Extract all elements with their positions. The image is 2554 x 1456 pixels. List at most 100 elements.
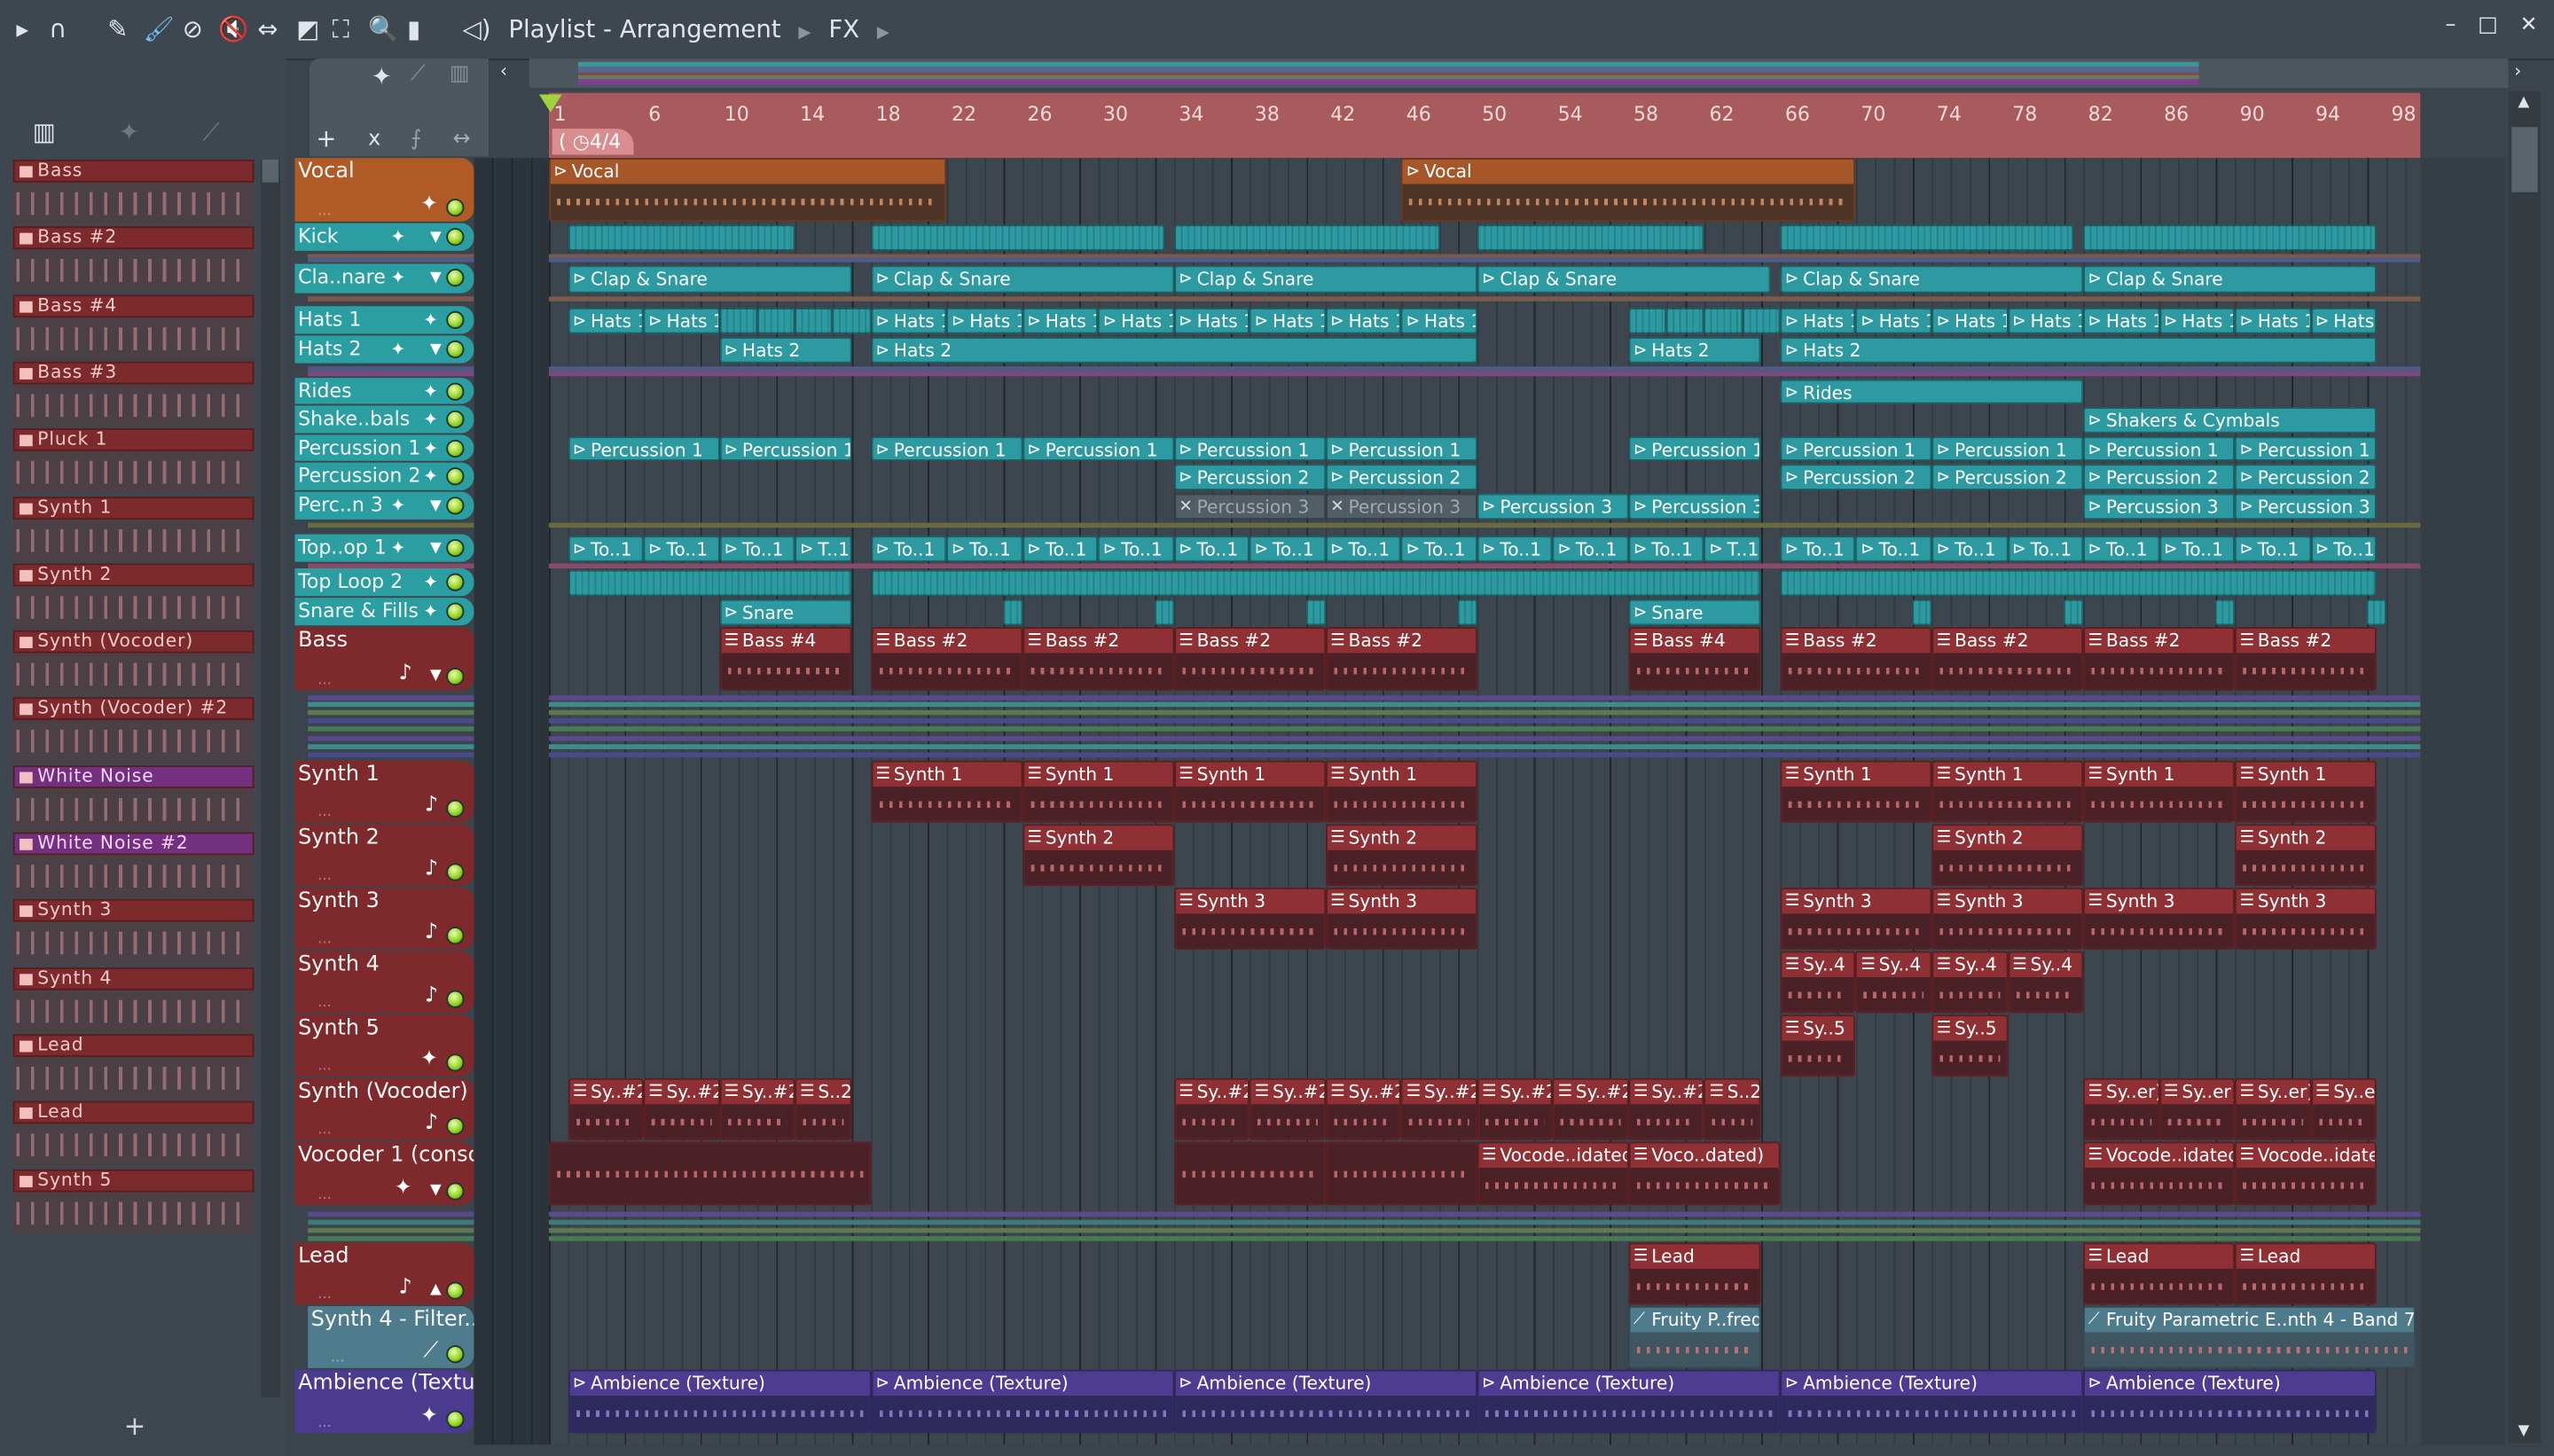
clip-shakers-cymbals[interactable]: ⊳ Shakers & Cymbals <box>2083 406 2378 433</box>
clip-percussion-2[interactable]: ⊳ Percussion 2 <box>1780 463 1932 489</box>
audio-wave-icon[interactable]: ✦ <box>390 339 405 360</box>
picker-item[interactable]: Lead <box>12 1034 255 1100</box>
clip[interactable] <box>568 223 795 250</box>
track-header[interactable]: Hats 2 ✦ ▼ <box>294 335 474 364</box>
clip[interactable] <box>1666 307 1704 333</box>
track-enable-led[interactable] <box>446 199 465 217</box>
scroll-down-icon[interactable]: ▼ <box>2519 1423 2530 1439</box>
clip-to-1[interactable]: ⊳ To..1 <box>2235 535 2311 561</box>
track-header[interactable]: Hats 1 ✦ <box>294 306 474 334</box>
piano-icon[interactable]: ▥ <box>33 117 56 146</box>
audio-wave-icon[interactable]: ✦ <box>390 226 405 247</box>
clip-sy-2[interactable]: ☰ Sy..#2 <box>1250 1077 1326 1140</box>
select-icon[interactable]: ⛶ <box>333 13 349 46</box>
track-enable-led[interactable] <box>446 410 465 429</box>
breadcrumb-fx[interactable]: FX <box>828 15 859 44</box>
playhead-marker[interactable] <box>538 94 562 113</box>
clip-hats-2[interactable]: ⊳ Hats 2 <box>719 336 852 363</box>
picker-item[interactable]: Lead <box>12 1100 255 1167</box>
track-enable-led[interactable] <box>446 602 465 621</box>
clip-synth-2[interactable]: ☰ Synth 2 <box>1931 824 2084 887</box>
clip-synth-3[interactable]: ☰ Synth 3 <box>2235 888 2378 950</box>
picker-scrollbar[interactable] <box>260 159 280 1397</box>
clip-hats-1[interactable]: ⊳Hats 1 <box>1098 307 1174 333</box>
track-enable-led[interactable] <box>446 269 465 287</box>
clip-vocal[interactable]: ⊳ Vocal <box>548 158 947 222</box>
play-arrow-icon[interactable]: ▸ <box>16 13 28 46</box>
clip-to-1[interactable]: ⊳ To..1 <box>871 535 947 561</box>
clip-synth-1[interactable]: ☰ Synth 1 <box>1780 760 1932 823</box>
clip-sy-2[interactable]: ☰ Sy..#2 <box>1401 1077 1477 1140</box>
clip-rides[interactable]: ⊳ Rides <box>1780 379 2084 403</box>
clip-lead[interactable]: ☰ Lead <box>2083 1242 2236 1305</box>
clip-sy-2[interactable]: ☰ Sy..#2 <box>1628 1077 1704 1140</box>
track-header[interactable]: Percussion 2 ✦ <box>294 462 474 490</box>
track-enable-led[interactable] <box>446 1182 465 1201</box>
clip-voco-dated[interactable]: ☰ Voco..dated) <box>1628 1141 1781 1206</box>
clip-ambience-texture[interactable]: ⊳ Ambience (Texture) <box>568 1369 872 1434</box>
clip-percussion-1[interactable]: ⊳ Percussion 1 <box>1628 435 1762 460</box>
picker-item[interactable]: Synth 5 <box>12 1168 255 1234</box>
track-header[interactable]: Percussion 1 ✦ <box>294 434 474 461</box>
audio-wave-icon[interactable]: ✦ <box>390 495 405 516</box>
clip[interactable] <box>1325 1141 1477 1206</box>
clip-to-1[interactable]: ⊳ To..1 <box>946 535 1022 561</box>
clip-bass-4[interactable]: ☰ Bass #4 <box>1628 627 1762 691</box>
playback-icon[interactable]: ▮ <box>407 13 420 46</box>
clip-percussion-2[interactable]: ⊳ Percussion 2 <box>1173 463 1326 489</box>
overview-thumbnail[interactable] <box>578 61 2199 85</box>
clip[interactable] <box>1704 307 1743 333</box>
audio-wave-icon[interactable]: ✦ <box>423 409 438 430</box>
clip-t-1[interactable]: ⊳ T..1 <box>1704 535 1762 561</box>
clip[interactable] <box>833 307 872 333</box>
clip-to-1[interactable]: ⊳ To..1 <box>2007 535 2084 561</box>
track-header[interactable]: Ambience (Texture) ✦... <box>294 1369 474 1434</box>
picker-item[interactable]: Pluck 1 <box>12 428 255 494</box>
clip-percussion-3[interactable]: ⊳ Percussion 3 <box>1628 492 1762 519</box>
clip-hats-1[interactable]: ⊳Hats 1 <box>871 307 947 333</box>
clip-synth-3[interactable]: ☰ Synth 3 <box>1325 888 1477 950</box>
clip-hats-2[interactable]: ⊳ Hats 2 <box>1780 336 2378 363</box>
track-header[interactable]: Synth 1 ♪... <box>294 760 474 823</box>
clip-hats-1[interactable]: ⊳Hats 1 <box>1780 307 1856 333</box>
clip-hats-1[interactable]: ⊳Hats 1 <box>2083 307 2159 333</box>
audio-wave-icon[interactable]: ✦ <box>423 466 438 487</box>
scrollbar-thumb[interactable] <box>2511 127 2538 192</box>
clip-hats-1[interactable]: ⊳Hats 1 <box>1855 307 1932 333</box>
track-enable-led[interactable] <box>446 467 465 486</box>
clip-hats-1[interactable]: ⊳Hats 1 <box>1022 307 1099 333</box>
picker-item[interactable]: Synth 1 <box>12 496 255 561</box>
close-icon[interactable]: x <box>368 127 380 152</box>
more-icon[interactable]: ... <box>317 204 332 220</box>
clip-synth-1[interactable]: ☰ Synth 1 <box>2083 760 2236 823</box>
vertical-scrollbar[interactable]: ▲ ▼ <box>2508 90 2542 1444</box>
scroll-up-icon[interactable]: ▲ <box>2519 95 2530 111</box>
clip-to-1[interactable]: ⊳ To..1 <box>1250 535 1326 561</box>
picker-item[interactable]: Bass #2 <box>12 226 255 293</box>
track-enable-led[interactable] <box>446 1053 465 1072</box>
clip[interactable] <box>756 307 795 333</box>
clip-to-1[interactable]: ⊳ To..1 <box>1022 535 1099 561</box>
track-header[interactable]: Vocoder 1 (consol.. ✦ ▼... <box>294 1141 474 1206</box>
clip-bass-2[interactable]: ☰ Bass #2 <box>1780 627 1932 691</box>
track-header[interactable]: Synth 5 ✦... <box>294 1014 474 1077</box>
clip-to-1[interactable]: ⊳ To..1 <box>1477 535 1554 561</box>
clip-hats-1[interactable]: ⊳Hats 1 <box>1325 307 1402 333</box>
clip-percussion-3[interactable]: ✕ Percussion 3 <box>1173 492 1326 519</box>
clip-hats-1[interactable]: ⊳Hats 1 <box>1401 307 1477 333</box>
note-icon[interactable]: ♪ <box>398 1275 411 1300</box>
track-header[interactable]: Kick ✦ ▼ <box>294 223 474 251</box>
clip-synth-3[interactable]: ☰ Synth 3 <box>1173 888 1326 950</box>
close-button[interactable]: ✕ <box>2520 13 2538 38</box>
clip-sy-4[interactable]: ☰ Sy..4 <box>1780 951 1856 1014</box>
clip[interactable] <box>1155 598 1174 625</box>
audio-wave-icon[interactable]: ✦ <box>423 601 438 622</box>
clip-clap-snare[interactable]: ⊳ Clap & Snare <box>1780 264 2084 293</box>
clip-percussion-1[interactable]: ⊳ Percussion 1 <box>719 435 852 460</box>
clip[interactable] <box>1458 598 1477 625</box>
track-enable-led[interactable] <box>446 668 465 686</box>
clip-to-1[interactable]: ⊳ To..1 <box>1098 535 1174 561</box>
chevron-down-icon[interactable]: ▼ <box>430 270 442 286</box>
automation-icon[interactable]: ⟋ <box>411 62 426 87</box>
more-icon[interactable]: ... <box>317 1415 332 1431</box>
